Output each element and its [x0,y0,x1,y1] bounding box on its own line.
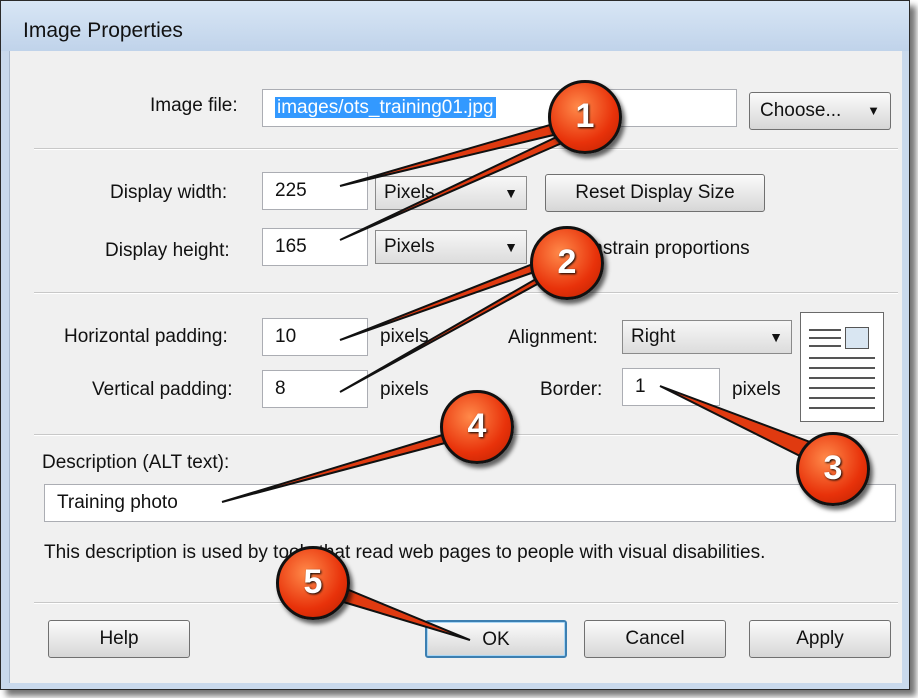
callout-arrow [339,255,551,341]
callout-arrow [339,119,592,241]
callout-badge-4: 4 [440,390,514,464]
callout-badge-1: 1 [548,80,622,154]
callout-badge-3: 3 [796,432,870,506]
callout-arrow [327,586,471,641]
callout-arrows [221,116,828,641]
callout-badge-2: 2 [530,226,604,300]
callout-badge-5: 5 [276,546,350,620]
callout-arrow [221,424,475,503]
